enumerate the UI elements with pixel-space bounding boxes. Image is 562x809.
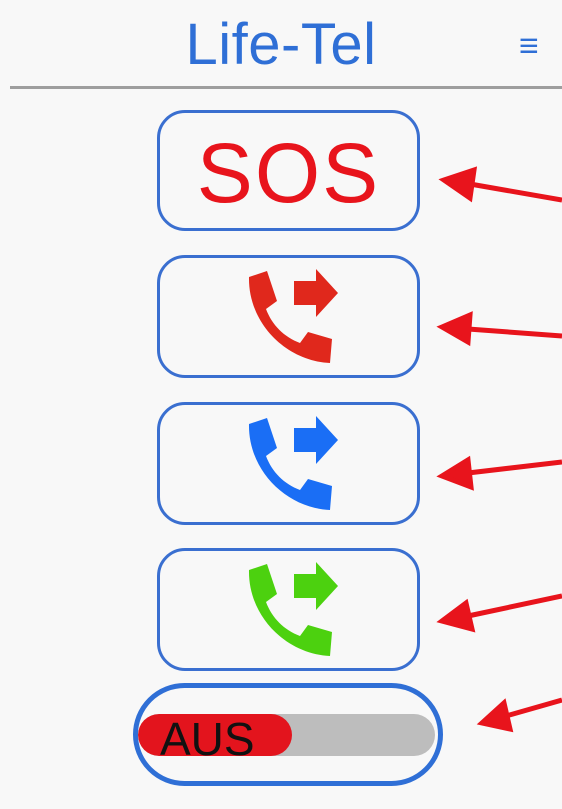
annotation-arrow xyxy=(505,697,562,719)
annotation-arrow xyxy=(467,593,562,619)
annotation-arrow xyxy=(469,181,562,203)
annotation-arrow-head xyxy=(436,455,474,491)
annotation-arrow xyxy=(467,326,562,339)
annotation-arrow xyxy=(467,459,562,476)
annotation-arrow-head xyxy=(436,311,473,347)
annotation-arrow-head xyxy=(476,698,514,733)
annotation-arrow-head xyxy=(438,166,478,203)
annotation-arrow-head xyxy=(436,598,476,633)
annotation-arrows xyxy=(436,166,562,733)
